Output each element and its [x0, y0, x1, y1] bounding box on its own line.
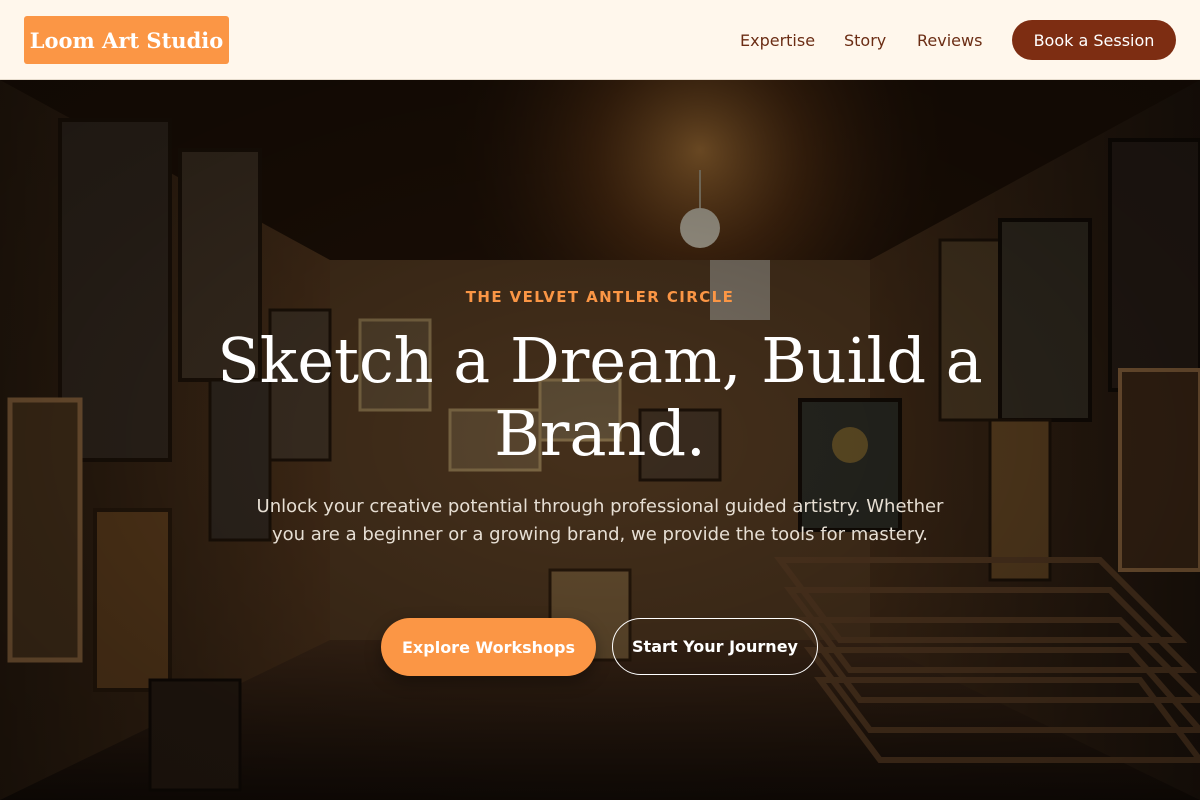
logo-text: Loom Art Studio [29, 27, 224, 53]
start-journey-button[interactable]: Start Your Journey [612, 618, 818, 675]
logo[interactable]: Loom Art Studio [24, 16, 229, 64]
nav-link-reviews[interactable]: Reviews [917, 20, 982, 60]
hero-headline: Sketch a Dream, Build a Brand. [217, 324, 983, 470]
nav-link-expertise[interactable]: Expertise [740, 20, 815, 60]
site-header: Loom Art Studio Expertise Story Reviews … [0, 0, 1200, 80]
hero-eyebrow: THE VELVET ANTLER CIRCLE [465, 288, 735, 306]
hero-section: THE VELVET ANTLER CIRCLE Sketch a Dream,… [0, 80, 1200, 800]
book-session-button[interactable]: Book a Session [1012, 20, 1176, 60]
nav-link-story[interactable]: Story [844, 20, 886, 60]
hero-subtext: Unlock your creative potential through p… [256, 496, 944, 545]
explore-workshops-button[interactable]: Explore Workshops [381, 618, 596, 676]
